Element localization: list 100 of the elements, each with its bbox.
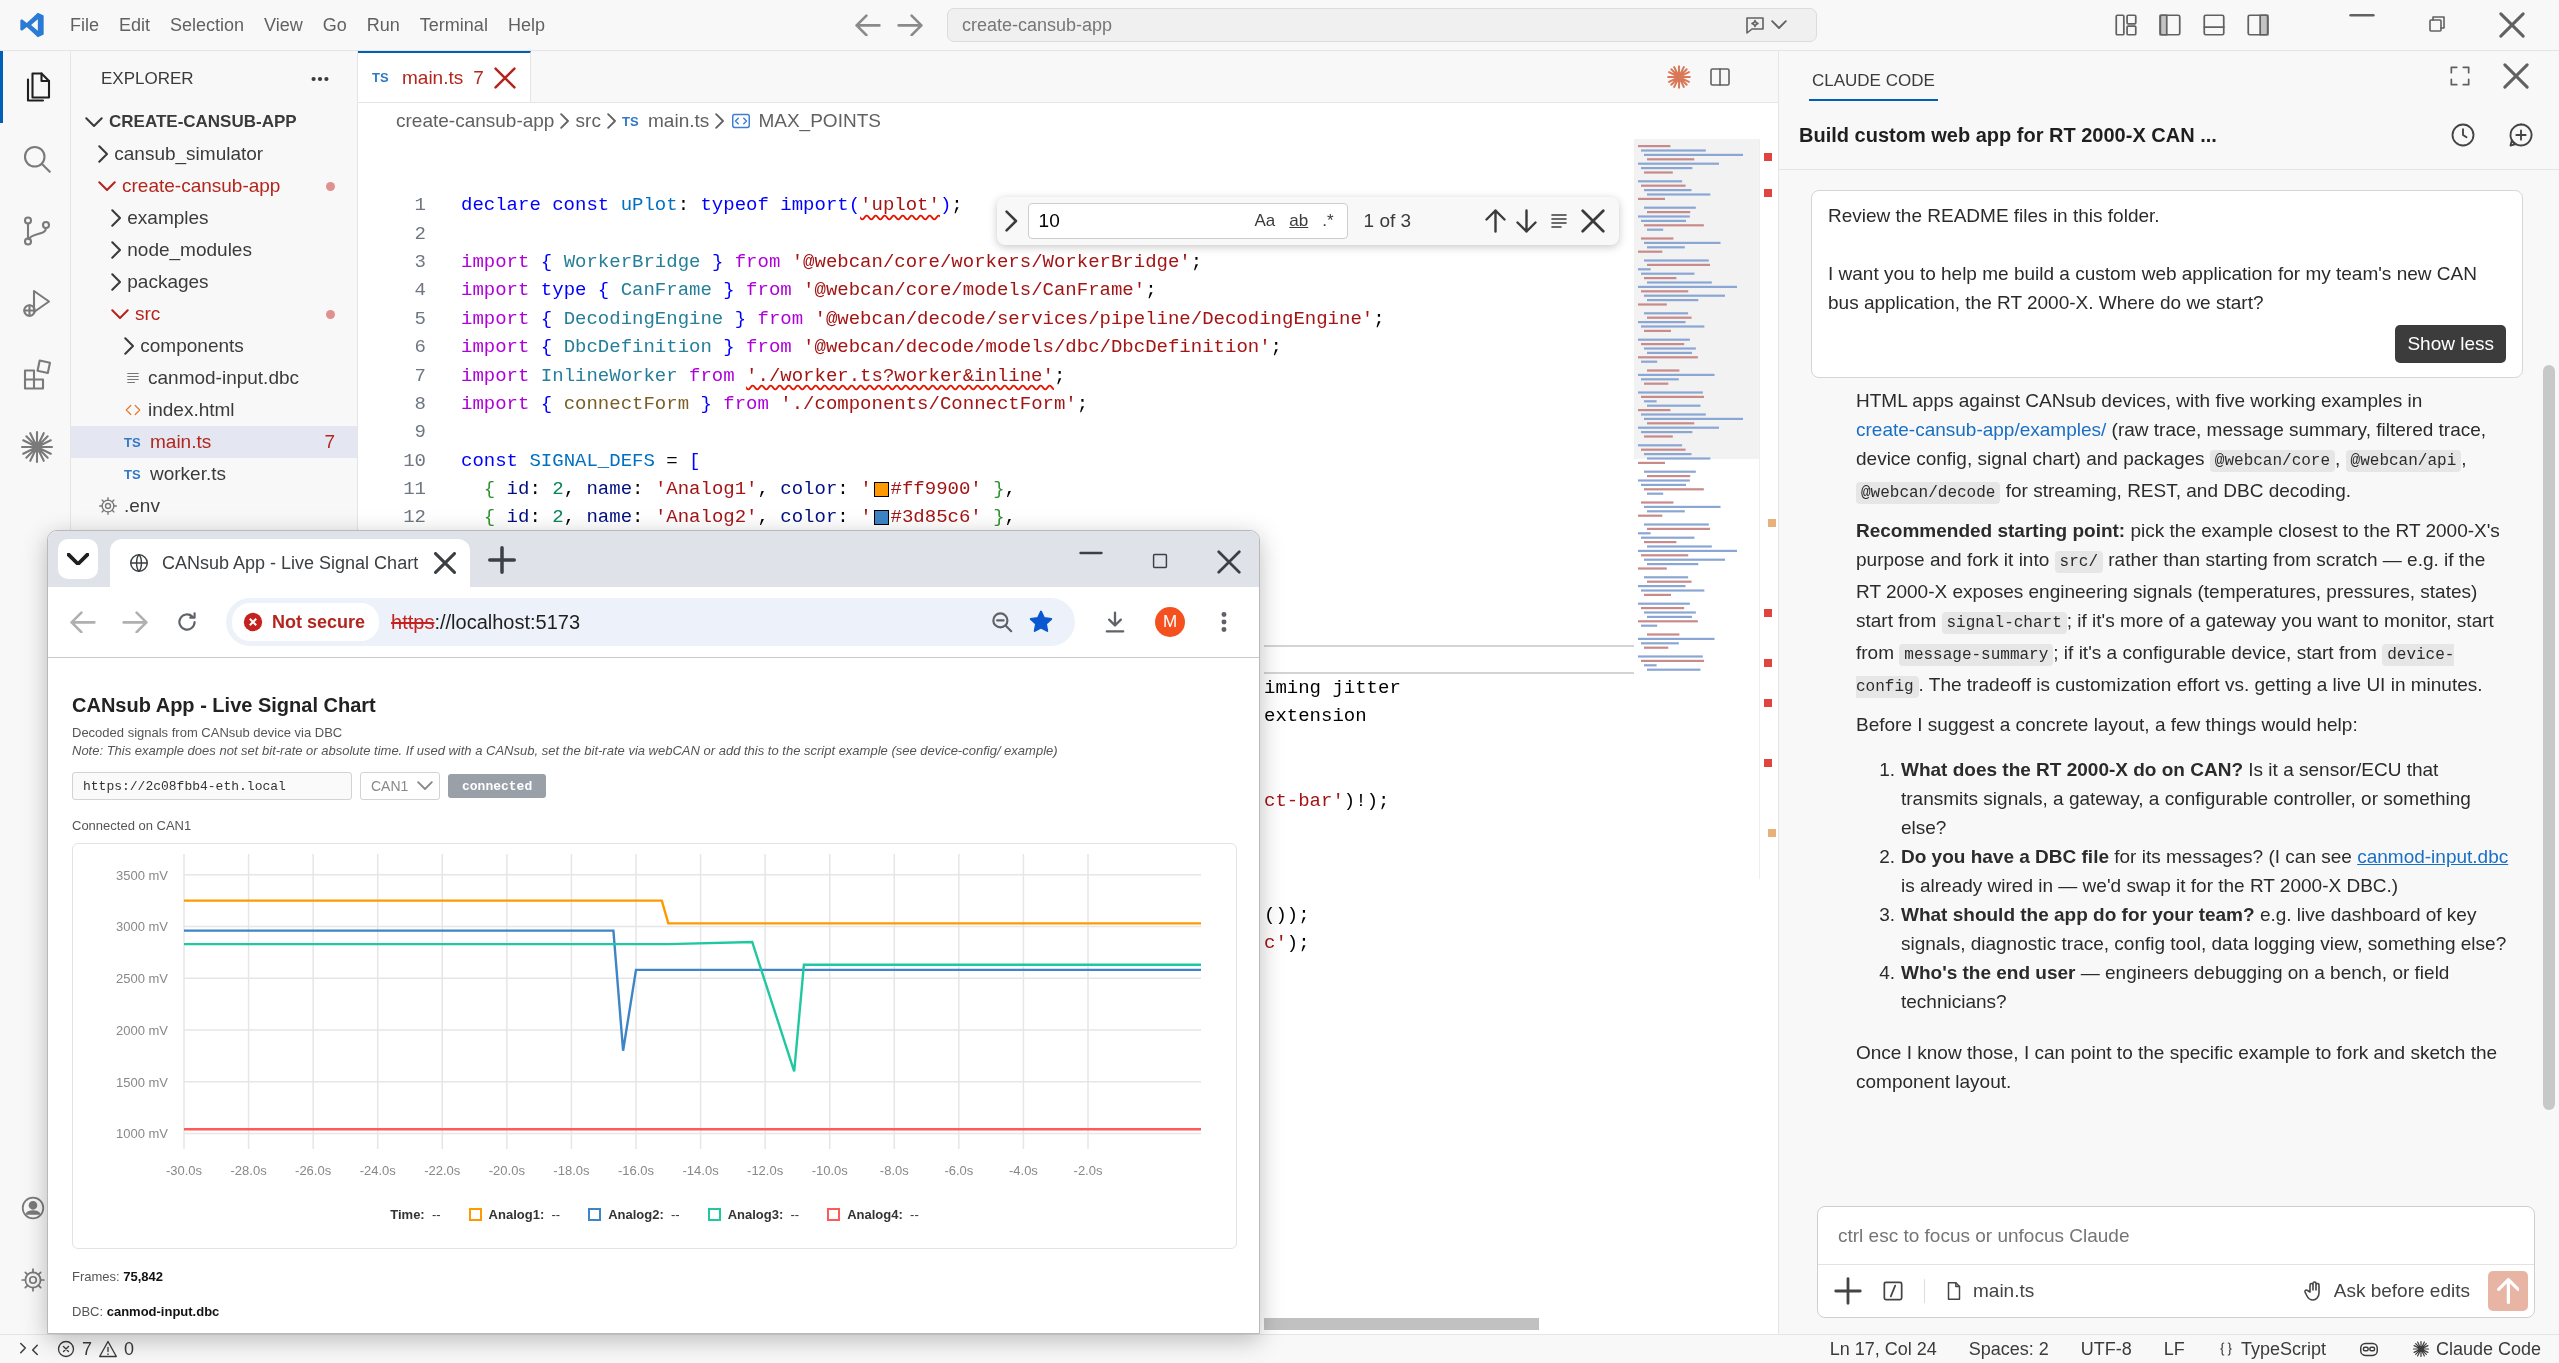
- status-item[interactable]: Spaces: 2: [1960, 1338, 2057, 1360]
- breadcrumb[interactable]: MAX_POINTS: [730, 110, 881, 132]
- line-number: 1: [413, 194, 426, 217]
- show-less-button[interactable]: Show less: [2395, 325, 2506, 363]
- status-item[interactable]: Claude Code: [2403, 1338, 2549, 1360]
- page-title: CANsub App - Live Signal Chart: [72, 694, 377, 717]
- close-icon[interactable]: [1217, 550, 1241, 574]
- minimize-icon[interactable]: [2349, 12, 2375, 19]
- link[interactable]: create-cansub-app/examples/: [1856, 419, 2107, 440]
- code-line: c');: [1264, 932, 1310, 955]
- menu-item[interactable]: Run: [356, 8, 410, 42]
- settings-icon[interactable]: [20, 1267, 46, 1293]
- sidebar-title: EXPLORER: [101, 68, 194, 89]
- panel-toggle-icon[interactable]: [2201, 12, 2227, 38]
- address-bar[interactable]: Not secure https://localhost:5173: [226, 598, 1075, 646]
- tree-item[interactable]: TS main.ts 7: [71, 426, 357, 458]
- tree-item[interactable]: CREATE-CANSUB-APP: [71, 106, 357, 138]
- tree-item[interactable]: cansub_simulator: [71, 138, 357, 170]
- menu-item[interactable]: Go: [312, 8, 357, 42]
- tick-label: -10.0s: [811, 1163, 848, 1178]
- breadcrumb[interactable]: create-cansub-app: [396, 110, 555, 132]
- mode-selector[interactable]: Ask before edits: [2301, 1279, 2470, 1303]
- file-chip[interactable]: main.ts: [1943, 1280, 2035, 1302]
- menu-item[interactable]: Selection: [160, 8, 255, 42]
- close-icon[interactable]: [1581, 209, 1605, 233]
- chevron-icon: [606, 113, 617, 129]
- minimize-icon[interactable]: [1079, 550, 1103, 556]
- scrollbar[interactable]: [1264, 1318, 1539, 1330]
- command-center[interactable]: create-cansub-app: [946, 8, 1817, 42]
- tree-item[interactable]: index.html: [71, 394, 357, 426]
- chat-input[interactable]: ctrl esc to focus or unfocus Claude: [1818, 1207, 2534, 1265]
- arrow-up-icon: [2496, 1278, 2520, 1304]
- find-option-toggle[interactable]: Aa: [1249, 209, 1281, 233]
- zoom-icon[interactable]: [989, 609, 1015, 635]
- forward-arrow-icon[interactable]: [896, 13, 923, 37]
- tree-item[interactable]: create-cansub-app: [71, 170, 357, 202]
- status-item[interactable]: Ln 17, Col 24: [1821, 1338, 1945, 1360]
- menu-item[interactable]: View: [254, 8, 313, 42]
- history-icon[interactable]: [2449, 121, 2477, 149]
- menu-item[interactable]: Terminal: [409, 8, 498, 42]
- scrollbar[interactable]: [2543, 365, 2555, 1110]
- language-status[interactable]: TypeScript: [2208, 1338, 2334, 1360]
- legend-item: Analog1: --: [488, 1207, 561, 1222]
- next-match-icon[interactable]: [1516, 209, 1537, 233]
- close-icon[interactable]: [2499, 12, 2525, 38]
- link[interactable]: canmod-input.dbc: [2357, 846, 2509, 867]
- tree-item[interactable]: components: [71, 330, 357, 362]
- security-chip[interactable]: Not secure: [232, 603, 380, 641]
- line-number: 8: [413, 392, 426, 415]
- tick-label: 1000 mV: [115, 1126, 168, 1142]
- page-note: Note: This example does not set bit-rate or absolute time. If used with a CANsub, set the bit-rate via webCAN or add this to the script example (see device-config/ example): [72, 743, 1059, 758]
- code-line: import { DbcDefinition } from '@webcan/decode/models/dbc/DbcDefinition';: [461, 336, 1282, 359]
- tree-item[interactable]: src: [71, 298, 357, 330]
- list-number: 1.: [1878, 758, 1896, 782]
- status-item[interactable]: LF: [2155, 1338, 2193, 1360]
- gear-icon: [98, 496, 118, 516]
- tree-item[interactable]: .env: [71, 490, 357, 522]
- tree-item[interactable]: packages: [71, 266, 357, 298]
- account-icon[interactable]: [20, 1195, 46, 1221]
- asterisk-icon: [2411, 1340, 2430, 1358]
- browser-tab[interactable]: CANsub App - Live Signal Chart: [110, 539, 470, 587]
- channel-select[interactable]: CAN1: [360, 772, 440, 800]
- previous-match-icon[interactable]: [1485, 209, 1506, 233]
- tree-item[interactable]: node_modules: [71, 234, 357, 266]
- code-line: extension: [1264, 705, 1367, 728]
- tick-label: 3500 mV: [115, 867, 168, 883]
- editor-tab[interactable]: TS main.ts 7: [358, 51, 531, 102]
- menu-item[interactable]: Edit: [109, 8, 161, 42]
- layout-icon[interactable]: [2113, 12, 2139, 38]
- find-option-toggle[interactable]: .*: [1317, 209, 1339, 233]
- expand-icon[interactable]: [2447, 63, 2473, 89]
- problems-status[interactable]: 7 0: [48, 1338, 143, 1360]
- slash-command-icon[interactable]: [1880, 1278, 1906, 1304]
- toggle-replace-icon[interactable]: [1005, 210, 1018, 232]
- legend-item: Time: --: [390, 1207, 441, 1222]
- sidebar-toggle-icon[interactable]: [2157, 12, 2183, 38]
- tree-item[interactable]: examples: [71, 202, 357, 234]
- host-field[interactable]: https://2c08fbb4-eth.local: [72, 772, 352, 800]
- close-icon[interactable]: [2503, 63, 2529, 89]
- panel-tab[interactable]: CLAUDE CODE: [1809, 65, 1938, 101]
- menu-item[interactable]: File: [60, 8, 109, 42]
- menu-item[interactable]: Help: [497, 8, 555, 42]
- new-chat-icon[interactable]: [2507, 121, 2535, 149]
- status-item[interactable]: UTF-8: [2072, 1338, 2140, 1360]
- dbc-file: DBC: canmod-input.dbc: [72, 1304, 221, 1319]
- back-arrow-icon[interactable]: [854, 13, 881, 37]
- tick-label: 1500 mV: [115, 1074, 168, 1090]
- breadcrumb[interactable]: src: [575, 110, 601, 132]
- breadcrumb[interactable]: TS main.ts: [622, 110, 710, 132]
- asterisk-icon[interactable]: [1666, 63, 1692, 90]
- app-logo[interactable]: [18, 11, 46, 39]
- secondary-sidebar-icon[interactable]: [2245, 12, 2271, 38]
- chat-composer[interactable]: ctrl esc to focus or unfocus Claude main.ts Ask before edits: [1817, 1206, 2535, 1318]
- find-option-toggle[interactable]: ab: [1284, 209, 1314, 233]
- new-tab-icon[interactable]: [488, 546, 516, 574]
- tab-search-button[interactable]: [58, 539, 98, 579]
- plus-icon[interactable]: [1834, 1277, 1862, 1305]
- tree-item[interactable]: canmod-input.dbc: [71, 362, 357, 394]
- find-field[interactable]: 10 Aa ab .*: [1027, 203, 1348, 239]
- tree-item[interactable]: TS worker.ts: [71, 458, 357, 490]
